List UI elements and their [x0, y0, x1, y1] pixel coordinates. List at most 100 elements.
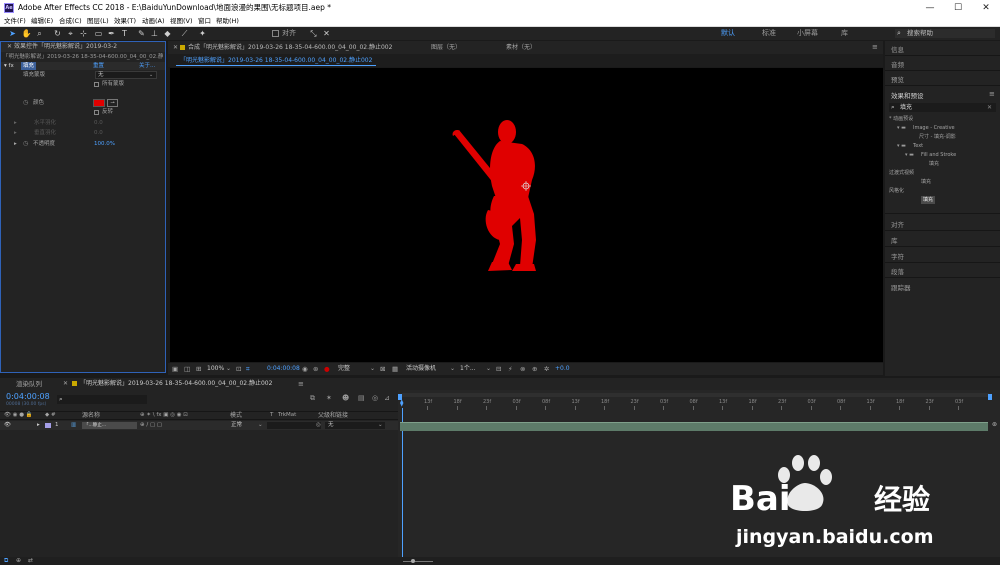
chevron-down-icon[interactable]: ⌄ [370, 363, 375, 375]
expand-icon[interactable]: ▸ [14, 119, 17, 127]
clear-search-icon[interactable]: ✕ [987, 103, 992, 112]
menu-composition[interactable]: 合成(C) [59, 16, 82, 27]
info-panel-tab[interactable]: 信息 [891, 44, 904, 54]
clone-stamp-tool-icon[interactable]: ⊥ [149, 28, 160, 39]
tree-item-preset[interactable]: 尺寸 - 填充-调影 [919, 133, 956, 141]
workspace-standard[interactable]: 标准 [762, 27, 776, 40]
exposure-value[interactable]: +0.0 [555, 363, 570, 375]
hand-tool-icon[interactable]: ✋ [21, 28, 32, 39]
tree-item-stylize-fill[interactable]: 填充 [921, 196, 936, 204]
comp-mini-flowchart-icon[interactable]: ⧉ [310, 394, 315, 403]
shy-layers-icon[interactable]: ☻ [342, 394, 349, 402]
invert-checkbox[interactable] [94, 110, 99, 115]
close-tab-icon[interactable]: ✕ [173, 41, 178, 54]
workspace-library[interactable]: 库 [841, 27, 848, 40]
draft-3d-icon[interactable]: ✶ [326, 394, 332, 402]
menu-effect[interactable]: 效果(T) [114, 16, 136, 27]
composition-viewer[interactable] [170, 68, 883, 362]
menu-layer[interactable]: 图层(L) [87, 16, 109, 27]
menu-help[interactable]: 帮助(H) [216, 16, 239, 27]
motion-blur-icon[interactable]: ◎ [372, 394, 378, 402]
tree-item-text[interactable]: Text [913, 142, 923, 150]
pickwhip-icon[interactable]: ◎ [316, 421, 321, 430]
effects-presets-tab[interactable]: 效果和预设 [891, 90, 924, 100]
always-preview-icon[interactable]: ▣ [172, 363, 178, 375]
menu-view[interactable]: 视图(V) [170, 16, 193, 27]
tree-item-animation-presets[interactable]: * 动画预设 [889, 115, 913, 123]
eye-icon[interactable]: 👁 [4, 421, 11, 430]
source-name-header[interactable]: 源名称 [82, 411, 100, 420]
exposure-reset-icon[interactable]: ✲ [544, 363, 549, 375]
paragraph-panel-tab[interactable]: 段落 [891, 266, 904, 276]
layer-tab[interactable]: 图层（无） [431, 41, 461, 54]
eraser-tool-icon[interactable]: ◆ [162, 28, 173, 39]
minimize-button[interactable]: — [916, 0, 944, 16]
all-masks-checkbox[interactable] [94, 82, 99, 87]
effect-controls-tab[interactable]: 效果控件「明光魅影解说」2019-03-2 [14, 42, 117, 52]
region-of-interest-icon[interactable]: ⊠ [380, 363, 385, 375]
grid-icon[interactable]: ⊡ [236, 363, 241, 375]
snapshot-icon[interactable]: ◉ [302, 363, 308, 375]
flowchart-icon[interactable]: ⊕ [532, 363, 537, 375]
trkmat-dropdown[interactable] [267, 422, 321, 429]
render-time-icon[interactable]: ⧉ [4, 557, 8, 565]
footage-tab[interactable]: 素材（无） [506, 41, 536, 54]
viewer-timecode[interactable]: 0:04:00:08 [267, 363, 300, 375]
region-icon[interactable]: ⊞ [196, 363, 201, 375]
stopwatch-icon[interactable]: ◷ [23, 140, 28, 148]
parent-header[interactable]: 父级和链接 [318, 411, 348, 420]
eyedropper-icon[interactable]: ⊸ [107, 99, 118, 107]
workspace-small-screen[interactable]: 小屏幕 [797, 27, 818, 40]
align-panel-tab[interactable]: 对齐 [891, 219, 904, 229]
show-channel-icon[interactable]: ⊛ [313, 363, 318, 375]
help-search-input[interactable]: ⌕ 搜索帮助 [895, 29, 995, 38]
snap-icon-2[interactable]: ✕ [321, 28, 332, 39]
composition-tab[interactable]: 合成「明光魅影解说」2019-03-26 18-35-04-600.00_04_… [188, 41, 392, 54]
chevron-down-icon[interactable]: ⌄ [486, 363, 491, 375]
menu-edit[interactable]: 编辑(E) [31, 16, 53, 27]
library-panel-tab[interactable]: 库 [891, 235, 898, 245]
color-swatch[interactable] [93, 99, 105, 107]
expand-icon[interactable]: ▸ [37, 421, 40, 430]
effect-name[interactable]: 填充 [21, 62, 37, 70]
playhead-icon[interactable]: ⧫ [400, 399, 403, 407]
rectangle-tool-icon[interactable]: ▭ [93, 28, 104, 39]
chevron-down-icon[interactable]: ⌄ [226, 363, 231, 375]
chevron-down-icon[interactable]: ⌄ [450, 363, 455, 375]
layer-mode-dropdown[interactable]: 正常 [231, 421, 242, 430]
label-color-swatch[interactable] [45, 423, 51, 428]
panel-menu-icon[interactable]: ≡ [872, 41, 878, 54]
audio-panel-tab[interactable]: 音频 [891, 59, 904, 69]
tree-item-fill-stroke[interactable]: Fill and Stroke [921, 151, 956, 159]
tree-item-transition-fill[interactable]: 填充 [921, 178, 931, 186]
timeline-comp-tab[interactable]: 「明光魅影解说」2019-03-26 18-35-04-600.00_04_00… [80, 378, 272, 390]
puppet-pin-tool-icon[interactable]: ✦ [197, 28, 208, 39]
graph-editor-icon[interactable]: ⊿ [384, 394, 390, 402]
layer-duration-bar[interactable] [400, 422, 988, 431]
snap-checkbox[interactable] [272, 30, 279, 37]
brush-tool-icon[interactable]: ✎ [136, 28, 147, 39]
comp-button-icon[interactable]: ⊛ [992, 421, 997, 428]
character-panel-tab[interactable]: 字符 [891, 251, 904, 261]
tree-item-transition[interactable]: 过渡式视频 [889, 169, 914, 177]
zoom-tool-icon[interactable]: ⌕ [34, 28, 45, 39]
expand-icon[interactable]: ▸ [14, 129, 17, 137]
effects-search-input[interactable]: ⌕ 填充 ✕ [889, 103, 996, 112]
mask-visibility-icon[interactable]: ⌗ [246, 363, 250, 375]
tree-item-image-creative[interactable]: Image - Creative [913, 124, 955, 132]
preview-panel-tab[interactable]: 预览 [891, 74, 904, 84]
parent-dropdown[interactable]: 无 ⌄ [325, 422, 385, 429]
pan-behind-tool-icon[interactable]: ⊹ [78, 28, 89, 39]
menu-window[interactable]: 窗口 [198, 16, 211, 27]
reset-link[interactable]: 重置 [93, 62, 104, 70]
zoom-slider-thumb[interactable] [411, 559, 415, 563]
chevron-down-icon[interactable]: ⌄ [258, 421, 263, 430]
fx-toggle-icon[interactable]: ▾ fx [4, 62, 14, 70]
roto-brush-tool-icon[interactable]: ⟋ [179, 28, 190, 39]
transparency-grid-icon[interactable]: ▦ [392, 363, 398, 375]
opacity-value[interactable]: 100.0% [94, 140, 115, 148]
layer-switches[interactable]: ⊕ / ▢ ▢ [140, 421, 162, 430]
maximize-button[interactable]: ☐ [944, 0, 972, 16]
tree-item-stylize[interactable]: 风格化 [889, 187, 904, 195]
time-ruler[interactable]: 13f 18f 23f 03f 08f 13f 18f 23f 03f 08f 13f 18f 23f 0… [398, 397, 1000, 411]
